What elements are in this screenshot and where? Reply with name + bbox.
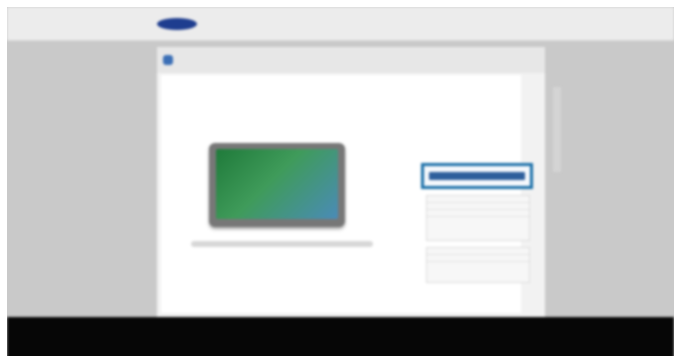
device-image — [209, 143, 345, 227]
option-item[interactable] — [427, 203, 529, 210]
options-list-1 — [426, 195, 530, 241]
device-screen — [216, 149, 338, 219]
option-item[interactable] — [427, 210, 529, 217]
samsung-logo[interactable] — [157, 18, 197, 30]
download-button[interactable] — [429, 172, 525, 180]
top-navigation-bar — [7, 7, 674, 41]
home-icon[interactable] — [163, 55, 173, 65]
option-item[interactable] — [427, 248, 529, 255]
device-shadow — [191, 241, 373, 247]
option-item[interactable] — [427, 255, 529, 262]
breadcrumb — [157, 47, 545, 73]
scrollbar[interactable] — [553, 87, 561, 172]
product-panel — [421, 75, 533, 313]
screenshot-frame — [0, 0, 681, 363]
option-item[interactable] — [427, 196, 529, 203]
options-list-2 — [426, 247, 530, 283]
content-panel — [161, 75, 533, 313]
download-button-highlight[interactable] — [421, 163, 533, 189]
footer — [7, 317, 674, 356]
main-page — [157, 47, 545, 317]
